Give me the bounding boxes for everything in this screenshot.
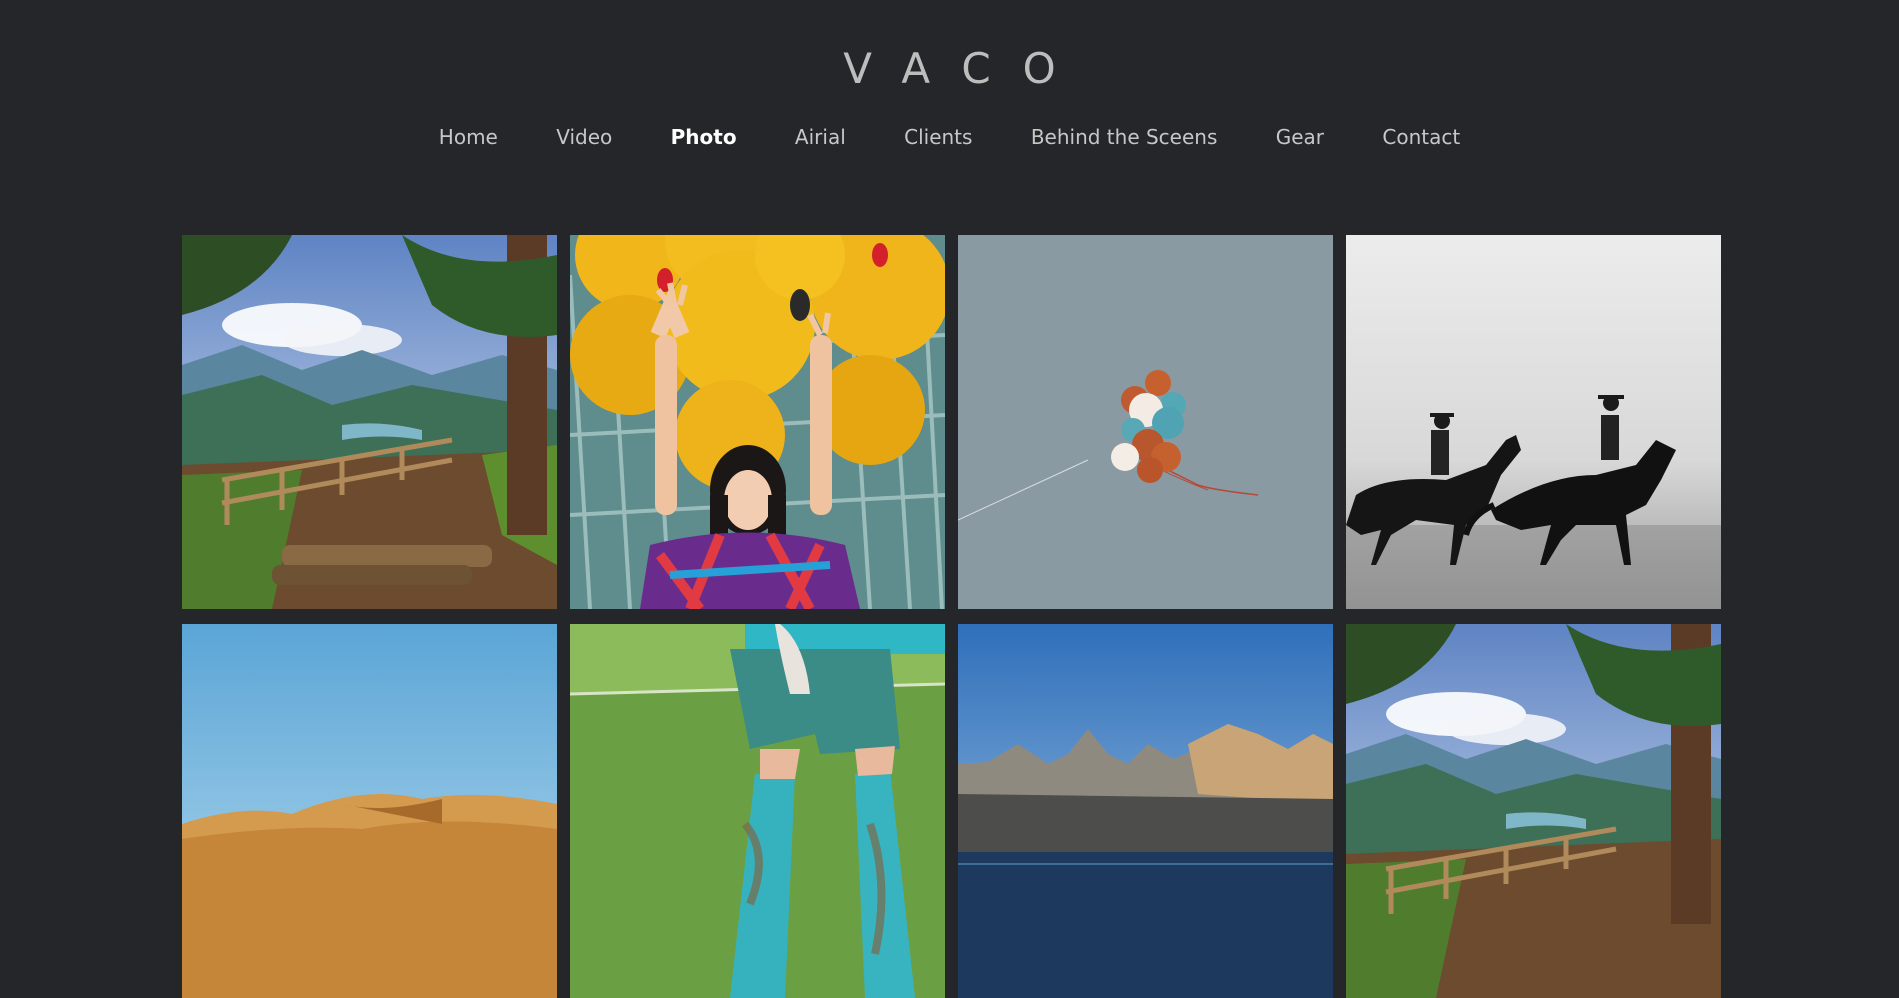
site-logo[interactable]: VACO: [0, 46, 1899, 92]
gallery-photo-muddy-legs-on-grass[interactable]: [570, 624, 945, 998]
nav-photo[interactable]: Photo: [671, 125, 737, 149]
photo-gallery: [182, 235, 1721, 998]
forest-overlook-image: [182, 235, 557, 609]
gallery-photo-forest-overlook[interactable]: [182, 235, 557, 609]
muddy-legs-image: [570, 624, 945, 998]
nav-gear[interactable]: Gear: [1276, 125, 1324, 149]
gallery-photo-horse-riders[interactable]: [1346, 235, 1721, 609]
nav-airial[interactable]: Airial: [795, 125, 846, 149]
forest-overlook-image: [1346, 624, 1721, 998]
gallery-photo-forest-overlook-2[interactable]: [1346, 624, 1721, 998]
gallery-photo-desert-dunes[interactable]: [182, 624, 557, 998]
gallery-photo-mountain-lake[interactable]: [958, 624, 1333, 998]
balloons-sky-image: [958, 235, 1333, 609]
nav-video[interactable]: Video: [556, 125, 612, 149]
gallery-photo-woman-with-yellow-balloons[interactable]: [570, 235, 945, 609]
yellow-balloons-image: [570, 235, 945, 609]
nav-contact[interactable]: Contact: [1382, 125, 1460, 149]
gallery-photo-balloons-in-sky[interactable]: [958, 235, 1333, 609]
nav-clients[interactable]: Clients: [904, 125, 972, 149]
nav-behind-the-sceens[interactable]: Behind the Sceens: [1031, 125, 1218, 149]
desert-dunes-image: [182, 624, 557, 998]
nav-home[interactable]: Home: [439, 125, 498, 149]
horse-riders-image: [1346, 235, 1721, 609]
main-nav: Home Video Photo Airial Clients Behind t…: [0, 123, 1899, 151]
mountain-lake-image: [958, 624, 1333, 998]
